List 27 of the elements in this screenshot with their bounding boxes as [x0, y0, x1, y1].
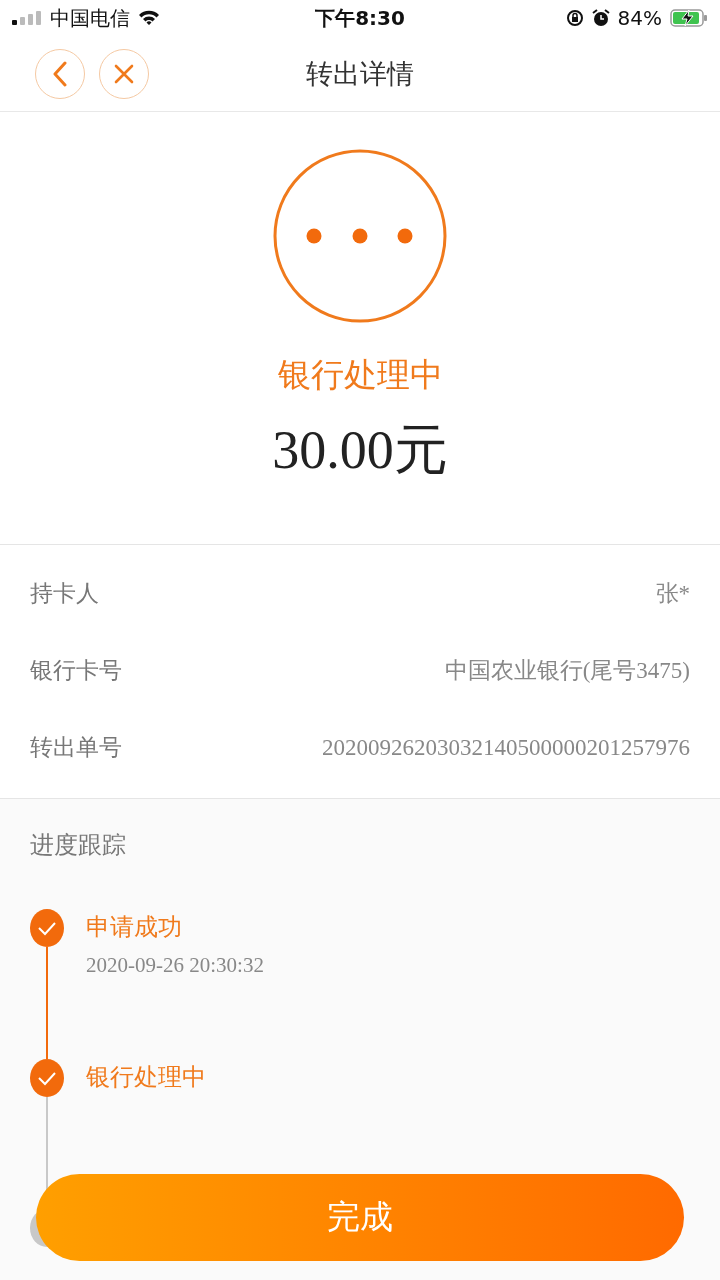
pending-icon: [273, 149, 447, 323]
section-title: 进度跟踪: [30, 831, 126, 859]
field-label: 银行卡号: [30, 656, 122, 685]
done-button[interactable]: 完成: [36, 1174, 684, 1261]
field-value: 20200926203032140500000201257976: [322, 734, 690, 761]
step-title: 银行处理中: [86, 1062, 206, 1093]
alarm-icon: [591, 9, 610, 27]
transfer-amount: 30.00元: [272, 419, 448, 482]
field-value: 张*: [655, 580, 690, 608]
field-label: 转出单号: [30, 733, 122, 762]
rotation-lock-icon: [565, 9, 584, 27]
step-time: 2020-09-26 20:30:32: [86, 953, 264, 978]
signal-icon: [12, 11, 42, 25]
battery-percent: 84%: [617, 6, 662, 30]
close-button[interactable]: [99, 48, 149, 99]
field-value: 中国农业银行(尾号3475): [444, 657, 690, 685]
transfer-status: 银行处理中: [277, 354, 443, 396]
wifi-icon: [138, 10, 160, 26]
battery-charging-icon: [670, 9, 708, 27]
step-title: 申请成功: [86, 912, 183, 943]
back-icon: [52, 60, 68, 87]
field-label: 持卡人: [30, 579, 99, 608]
close-icon: [114, 63, 134, 84]
clock-time: 下午8:30: [315, 4, 405, 32]
page-title: 转出详情: [305, 56, 415, 91]
back-button[interactable]: [35, 48, 85, 99]
carrier-name: 中国电信: [50, 4, 130, 32]
